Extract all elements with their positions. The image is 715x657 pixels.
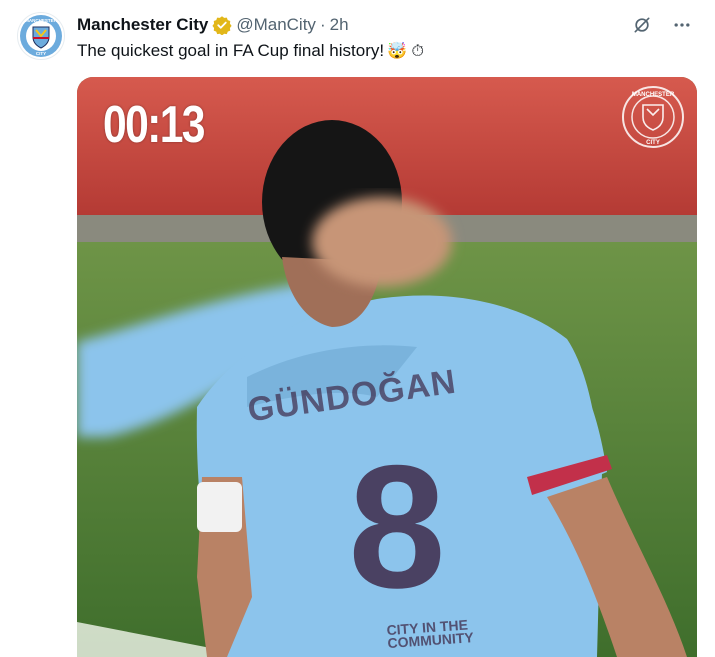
- verified-badge-icon[interactable]: [212, 15, 232, 35]
- blurred-hand: [312, 197, 452, 287]
- separator-dot: ·: [319, 15, 326, 34]
- man-city-watermark-icon: MANCHESTER CITY: [622, 86, 684, 148]
- avatar[interactable]: MANCHESTER CITY: [17, 12, 65, 60]
- tweet-emojis: 🤯 ⏱: [387, 43, 424, 60]
- arm-band: [197, 482, 242, 532]
- man-city-crest-icon: MANCHESTER CITY: [20, 15, 62, 57]
- tweet-actions: [631, 14, 693, 36]
- tweet-text-line: The quickest goal in FA Cup final histor…: [77, 40, 424, 63]
- video-media[interactable]: 8 00:13 MANCHESTER CITY GÜNDOĞAN CITY IN…: [77, 77, 697, 657]
- more-icon[interactable]: [671, 14, 693, 36]
- watermark-bottom: CITY: [646, 140, 660, 146]
- tweet-time[interactable]: 2h: [330, 15, 349, 35]
- watermark-text: MANCHESTER: [632, 92, 675, 98]
- avatar-badge-bottom: CITY: [36, 51, 46, 56]
- shirt-sponsor: CITY IN THE COMMUNITY: [386, 616, 475, 652]
- avatar-badge-text: MANCHESTER: [25, 18, 58, 23]
- author-handle[interactable]: @ManCity: [236, 15, 316, 35]
- grok-icon[interactable]: [631, 14, 653, 36]
- shirt-number: 8: [348, 430, 445, 625]
- tweet-text: The quickest goal in FA Cup final histor…: [77, 41, 385, 60]
- video-frame: 8: [77, 77, 697, 657]
- tweet: MANCHESTER CITY Manchester City @ManCity…: [0, 0, 715, 657]
- video-timer: 00:13: [103, 96, 206, 154]
- author-name[interactable]: Manchester City: [77, 15, 208, 35]
- tweet-header: Manchester City @ManCity · 2h: [77, 13, 695, 37]
